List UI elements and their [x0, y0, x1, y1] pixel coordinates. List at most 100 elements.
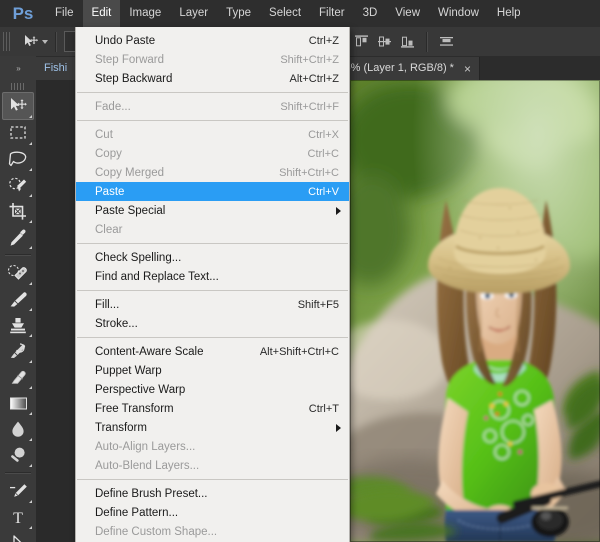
menu-item-puppet-warp[interactable]: Puppet Warp: [76, 361, 349, 380]
menu-item-label: Clear: [95, 223, 123, 236]
gradient-icon: [9, 397, 27, 409]
menu-item-undo-paste[interactable]: Undo Paste Ctrl+Z: [76, 31, 349, 50]
options-tool-preset-picker[interactable]: [22, 33, 48, 50]
menu-item-label: Step Backward: [95, 72, 173, 85]
history-brush-icon: [10, 342, 25, 358]
toolbar-divider-2: [5, 472, 31, 474]
dodge-tool[interactable]: [3, 442, 33, 468]
spot-healing-brush-tool[interactable]: [3, 260, 33, 286]
tool-options-corner-icon: [29, 115, 32, 118]
menu-select[interactable]: Select: [260, 0, 310, 27]
collapse-panel-icon[interactable]: »: [16, 64, 21, 73]
rectangular-marquee-tool[interactable]: [3, 120, 33, 146]
distribute-top-edges-icon[interactable]: [438, 33, 455, 50]
gradient-tool[interactable]: [3, 390, 33, 416]
options-separator-1: [55, 31, 57, 52]
menu-item-label: Paste: [95, 185, 125, 198]
menu-item-label: Define Pattern...: [95, 506, 179, 519]
menu-item-define-pattern[interactable]: Define Pattern...: [76, 503, 349, 522]
close-tab-icon[interactable]: ×: [464, 63, 471, 75]
menu-separator: [77, 290, 348, 291]
menu-item-label: Transform: [95, 421, 147, 434]
chevron-down-icon[interactable]: [42, 39, 48, 44]
history-brush-tool[interactable]: [3, 338, 33, 364]
menu-edit[interactable]: Edit: [82, 0, 121, 27]
tool-options-corner-icon: [29, 142, 32, 145]
menu-image[interactable]: Image: [120, 0, 170, 27]
menu-item-label: Define Custom Shape...: [95, 525, 218, 538]
menu-item-copy: Copy Ctrl+C: [76, 144, 349, 163]
menu-file[interactable]: File: [46, 0, 83, 27]
menu-item-stroke[interactable]: Stroke...: [76, 314, 349, 333]
menu-item-transform[interactable]: Transform: [76, 418, 349, 437]
menu-item-label: Step Forward: [95, 53, 165, 66]
menu-help[interactable]: Help: [488, 0, 530, 27]
quick-selection-tool[interactable]: [3, 172, 33, 198]
menu-item-label: Copy Merged: [95, 166, 165, 179]
menu-item-fill[interactable]: Fill... Shift+F5: [76, 295, 349, 314]
menu-item-shortcut: Ctrl+Z: [308, 34, 339, 47]
menu-item-label: Paste Special: [95, 204, 166, 217]
tool-options-corner-icon: [29, 500, 32, 503]
menu-type[interactable]: Type: [217, 0, 260, 27]
menu-item-check-spelling[interactable]: Check Spelling...: [76, 248, 349, 267]
menu-item-content-aware-scale[interactable]: Content-Aware Scale Alt+Shift+Ctrl+C: [76, 342, 349, 361]
menu-3d[interactable]: 3D: [354, 0, 387, 27]
menu-item-paste[interactable]: Paste Ctrl+V: [76, 182, 349, 201]
menu-item-free-transform[interactable]: Free Transform Ctrl+T: [76, 399, 349, 418]
menu-item-find-and-replace-text[interactable]: Find and Replace Text...: [76, 267, 349, 286]
menu-separator: [77, 479, 348, 480]
move-tool-icon: [10, 98, 27, 111]
clone-stamp-tool[interactable]: [3, 312, 33, 338]
align-vertical-centers-icon[interactable]: [376, 33, 393, 50]
eraser-tool[interactable]: [3, 364, 33, 390]
tool-options-corner-icon: [29, 194, 32, 197]
menu-filter[interactable]: Filter: [310, 0, 354, 27]
brush-tool[interactable]: [3, 286, 33, 312]
blur-droplet-icon: [12, 421, 24, 437]
menu-item-step-backward[interactable]: Step Backward Alt+Ctrl+Z: [76, 69, 349, 88]
menu-item-define-brush-preset[interactable]: Define Brush Preset...: [76, 484, 349, 503]
document-tab-title: Fishi: [44, 62, 68, 74]
blur-tool[interactable]: [3, 416, 33, 442]
options-bar-grip[interactable]: [3, 32, 12, 51]
pen-icon: [9, 483, 27, 497]
photoshop-window: Ps File Edit Image Layer Type Select Filter 3D V…: [0, 0, 600, 542]
move-tool[interactable]: [2, 92, 34, 120]
edit-menu-dropdown[interactable]: Undo Paste Ctrl+Z Step Forward Shift+Ctrl+Z…: [75, 27, 350, 542]
horizontal-type-tool[interactable]: T: [3, 504, 33, 530]
lasso-tool[interactable]: [3, 146, 33, 172]
menu-item-shortcut: Ctrl+X: [308, 128, 339, 141]
tool-options-corner-icon: [29, 220, 32, 223]
menu-window[interactable]: Window: [429, 0, 488, 27]
eyedropper-icon: [10, 229, 26, 246]
menu-item-label: Puppet Warp: [95, 364, 162, 377]
menu-view[interactable]: View: [386, 0, 429, 27]
align-bottom-edges-icon[interactable]: [399, 33, 416, 50]
crop-tool[interactable]: [3, 198, 33, 224]
submenu-arrow-icon: [336, 423, 341, 432]
eraser-icon: [11, 370, 26, 384]
toolbar-collapse-header[interactable]: »: [0, 56, 36, 80]
menu-layer[interactable]: Layer: [170, 0, 217, 27]
eyedropper-tool[interactable]: [3, 224, 33, 250]
document-image[interactable]: [350, 80, 600, 542]
tool-options-corner-icon: [29, 360, 32, 363]
pen-tool[interactable]: [3, 478, 33, 504]
menu-item-perspective-warp[interactable]: Perspective Warp: [76, 380, 349, 399]
menu-item-paste-special[interactable]: Paste Special: [76, 201, 349, 220]
menu-item-cut: Cut Ctrl+X: [76, 125, 349, 144]
menu-item-shortcut: Shift+Ctrl+C: [279, 166, 339, 179]
path-selection-tool[interactable]: [3, 530, 33, 542]
align-top-edges-icon[interactable]: [353, 33, 370, 50]
menu-item-label: Auto-Blend Layers...: [95, 459, 200, 472]
menu-bar-items: File Edit Image Layer Type Select Filter 3D View…: [46, 0, 530, 27]
tools-panel-grip[interactable]: [11, 83, 25, 90]
menu-item-shortcut: Alt+Shift+Ctrl+C: [259, 345, 339, 358]
menu-item-shortcut: Shift+Ctrl+Z: [280, 53, 339, 66]
menu-item-fade: Fade... Shift+Ctrl+F: [76, 97, 349, 116]
menu-item-shortcut: Ctrl+C: [307, 147, 339, 160]
menu-item-label: Find and Replace Text...: [95, 270, 219, 283]
menu-item-label: Auto-Align Layers...: [95, 440, 196, 453]
lasso-icon: [8, 151, 26, 167]
